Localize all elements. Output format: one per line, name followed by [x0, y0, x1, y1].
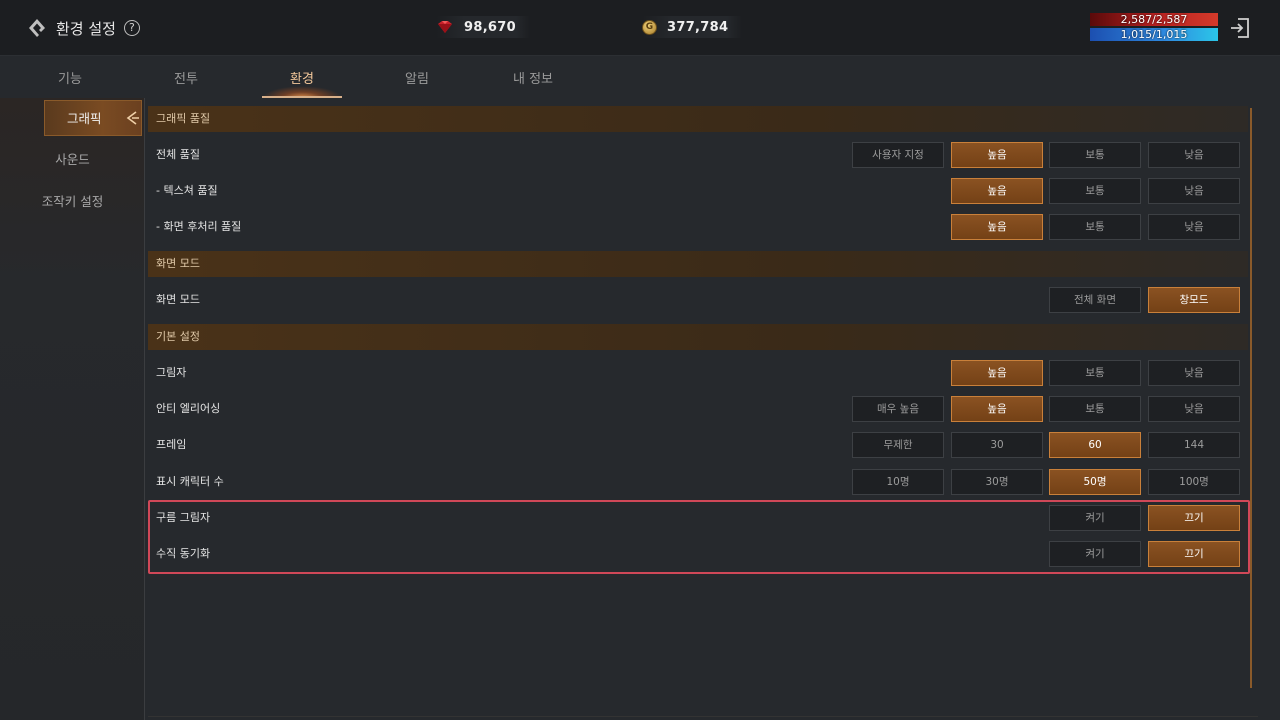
row-label-overall-quality: 전체 품질	[156, 148, 200, 161]
post-quality-high-button[interactable]: 높음	[951, 214, 1043, 240]
tab-my-info[interactable]: 내 정보	[493, 68, 573, 87]
characters-100-button[interactable]: 100명	[1148, 469, 1240, 495]
frame-30-button[interactable]: 30	[951, 432, 1043, 458]
tab-bar: 기능 전투 환경 알림 내 정보	[0, 56, 1280, 98]
highlight-box	[148, 500, 1250, 574]
antialias-very-high-button[interactable]: 매우 높음	[852, 396, 944, 422]
top-bar: 환경 설정 ? 98,670 G 377,784 2,587/2,587 1,0…	[0, 0, 1280, 56]
sidebar-item-sound[interactable]: 사운드	[0, 142, 145, 178]
row-label-texture-quality: - 텍스쳐 품질	[156, 184, 218, 197]
characters-30-button[interactable]: 30명	[951, 469, 1043, 495]
texture-quality-high-button[interactable]: 높음	[951, 178, 1043, 204]
post-quality-low-button[interactable]: 낮음	[1148, 214, 1240, 240]
shadow-medium-button[interactable]: 보통	[1049, 360, 1141, 386]
tab-function[interactable]: 기능	[30, 68, 110, 87]
characters-50-button[interactable]: 50명	[1049, 469, 1141, 495]
screen-mode-windowed-button[interactable]: 창모드	[1148, 287, 1240, 313]
overall-quality-medium-button[interactable]: 보통	[1049, 142, 1141, 168]
sidebar-item-graphics[interactable]: 그래픽	[44, 100, 142, 136]
overall-quality-custom-button[interactable]: 사용자 지정	[852, 142, 944, 168]
section-header-screen-mode: 화면 모드	[148, 251, 1248, 277]
bottom-divider	[148, 716, 1258, 717]
gem-amount: 98,670	[464, 19, 516, 35]
texture-quality-medium-button[interactable]: 보통	[1049, 178, 1141, 204]
antialias-low-button[interactable]: 낮음	[1148, 396, 1240, 422]
row-label-frame: 프레임	[156, 438, 187, 451]
page-title: 환경 설정	[56, 19, 116, 38]
row-label-antialias: 안티 엘리어싱	[156, 402, 221, 415]
overall-quality-low-button[interactable]: 낮음	[1148, 142, 1240, 168]
frame-144-button[interactable]: 144	[1148, 432, 1240, 458]
row-label-characters: 표시 캐릭터 수	[156, 475, 224, 488]
shadow-low-button[interactable]: 낮음	[1148, 360, 1240, 386]
section-header-basic: 기본 설정	[148, 324, 1248, 350]
title-area: 환경 설정 ?	[26, 14, 140, 42]
exit-icon[interactable]	[1228, 16, 1252, 40]
row-label-screen-mode: 화면 모드	[156, 293, 200, 306]
antialias-high-button[interactable]: 높음	[951, 396, 1043, 422]
selected-arrow-icon	[126, 111, 139, 125]
overall-quality-high-button[interactable]: 높음	[951, 142, 1043, 168]
row-label-post-quality: - 화면 후처리 품질	[156, 220, 242, 233]
red-gem-icon	[438, 21, 452, 33]
status-bars: 2,587/2,587 1,015/1,015	[1090, 13, 1218, 41]
frame-60-button[interactable]: 60	[1049, 432, 1141, 458]
sidebar: 그래픽 사운드 조작키 설정	[0, 98, 145, 720]
settings-panel: 그래픽 품질 전체 품질 사용자 지정 높음 보통 낮음 - 텍스쳐 품질 높음…	[148, 98, 1258, 698]
help-icon[interactable]: ?	[123, 20, 140, 36]
hp-bar: 2,587/2,587	[1090, 13, 1218, 26]
frame-unlimited-button[interactable]: 무제한	[852, 432, 944, 458]
texture-quality-low-button[interactable]: 낮음	[1148, 178, 1240, 204]
sidebar-item-label: 그래픽	[67, 111, 102, 126]
scrollbar[interactable]	[1250, 108, 1252, 688]
shadow-high-button[interactable]: 높음	[951, 360, 1043, 386]
gold-currency: G 377,784	[642, 16, 743, 38]
characters-10-button[interactable]: 10명	[852, 469, 944, 495]
settings-logo-icon	[29, 19, 45, 37]
mp-bar: 1,015/1,015	[1090, 28, 1218, 41]
tab-environment[interactable]: 환경	[262, 68, 342, 87]
antialias-medium-button[interactable]: 보통	[1049, 396, 1141, 422]
section-header-graphics-quality: 그래픽 품질	[148, 106, 1248, 132]
post-quality-medium-button[interactable]: 보통	[1049, 214, 1141, 240]
gem-currency: 98,670	[436, 16, 530, 38]
tab-combat[interactable]: 전투	[146, 68, 226, 87]
tab-notification[interactable]: 알림	[377, 68, 457, 87]
gold-coin-icon: G	[642, 19, 657, 35]
row-label-shadow: 그림자	[156, 366, 187, 379]
sidebar-item-controls[interactable]: 조작키 설정	[0, 184, 145, 220]
gold-amount: 377,784	[667, 19, 729, 35]
screen-mode-fullscreen-button[interactable]: 전체 화면	[1049, 287, 1141, 313]
